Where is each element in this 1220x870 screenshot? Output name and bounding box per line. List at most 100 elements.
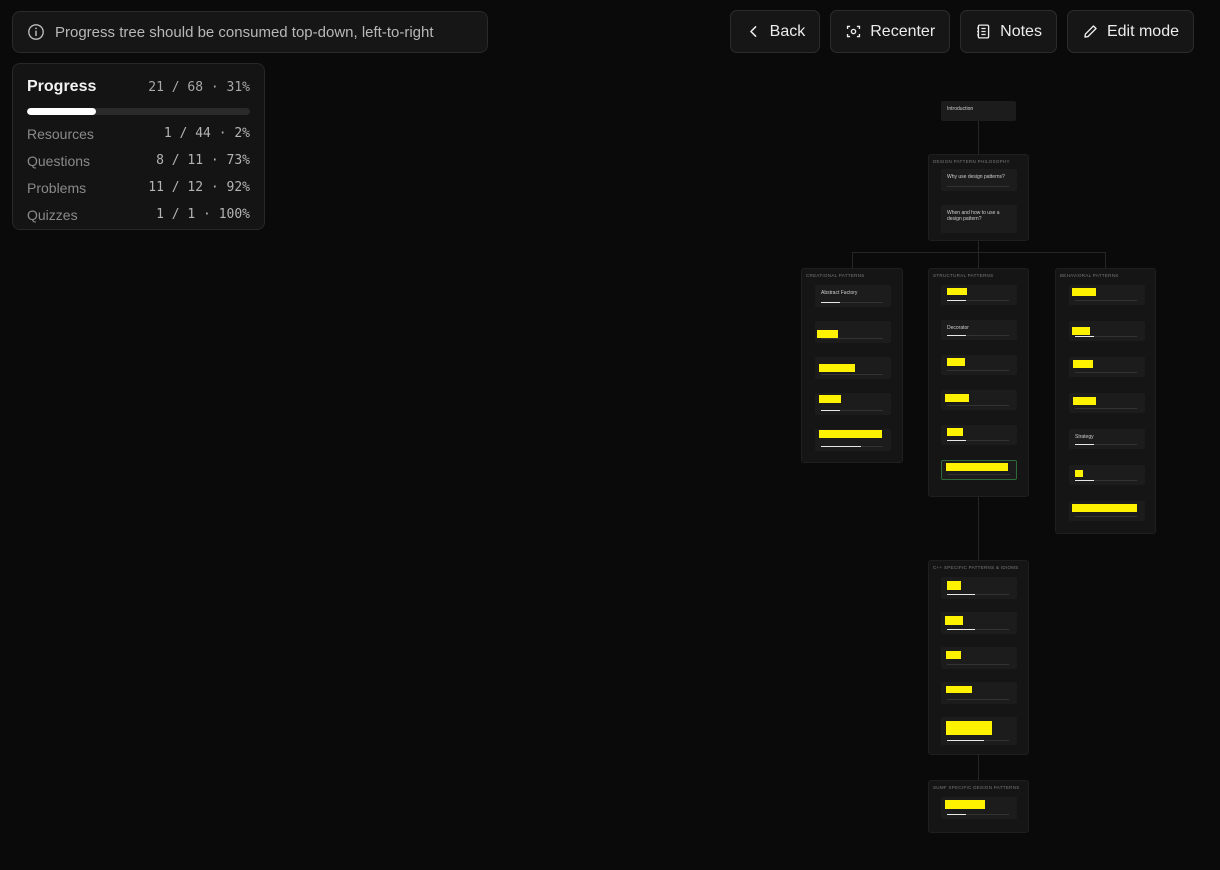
progress-row-label: Problems bbox=[27, 180, 87, 196]
node-progress-track bbox=[1075, 299, 1137, 301]
redaction-highlight bbox=[819, 430, 882, 438]
progress-row-problems: Problems 11 / 12 · 92% bbox=[27, 180, 250, 196]
redaction-highlight bbox=[946, 463, 1008, 471]
progress-row-value: 1 / 1 · 100% bbox=[156, 207, 250, 222]
node-progress-fill bbox=[821, 409, 840, 411]
node-progress-track bbox=[947, 739, 1009, 741]
edit-mode-label: Edit mode bbox=[1106, 22, 1179, 40]
progress-total: 21 / 68 · 31% bbox=[148, 80, 250, 95]
group-creational-patterns: CREATIONAL PATTERNS Abstract Factory bbox=[801, 268, 903, 463]
tree-node[interactable] bbox=[941, 390, 1017, 410]
back-button[interactable]: Back bbox=[729, 10, 821, 53]
back-label: Back bbox=[769, 22, 806, 40]
info-icon bbox=[27, 23, 45, 41]
redaction-highlight bbox=[946, 686, 972, 693]
progress-panel: Progress 21 / 68 · 31% Resources 1 / 44 … bbox=[12, 63, 265, 230]
redaction-highlight bbox=[819, 364, 855, 372]
tree-node[interactable] bbox=[941, 647, 1017, 669]
progress-row-value: 8 / 11 · 73% bbox=[156, 153, 250, 168]
tree-node[interactable] bbox=[1069, 393, 1145, 413]
tree-node[interactable] bbox=[815, 429, 891, 451]
tree-node[interactable] bbox=[1069, 465, 1145, 485]
notes-button[interactable]: Notes bbox=[960, 10, 1057, 53]
node-progress-track bbox=[947, 299, 1009, 301]
tree-node[interactable] bbox=[1069, 321, 1145, 341]
group-title: C++ SPECIFIC PATTERNS & IDIOMS bbox=[933, 565, 1019, 570]
tree-node[interactable] bbox=[941, 460, 1017, 480]
tree-node[interactable] bbox=[1069, 285, 1145, 305]
notebook-icon bbox=[977, 24, 990, 39]
tree-node[interactable] bbox=[815, 393, 891, 415]
node-progress-track bbox=[1075, 371, 1137, 373]
redaction-highlight bbox=[1072, 288, 1096, 296]
progress-row-label: Questions bbox=[27, 153, 91, 169]
tree-node[interactable] bbox=[1069, 357, 1145, 377]
node-progress-track bbox=[947, 404, 1009, 406]
tree-node[interactable] bbox=[941, 425, 1017, 445]
node-progress-fill bbox=[947, 299, 966, 301]
node-progress-track bbox=[821, 301, 883, 303]
group-title: STRUCTURAL PATTERNS bbox=[933, 273, 994, 278]
tree-node[interactable]: Strategy bbox=[1069, 429, 1145, 449]
group-title: SUMF SPECIFIC DESIGN PATTERNS bbox=[933, 785, 1020, 790]
progress-bar bbox=[27, 108, 250, 115]
redaction-highlight bbox=[1072, 504, 1137, 512]
connector bbox=[852, 252, 1106, 253]
progress-row-label: Quizzes bbox=[27, 207, 78, 223]
node-progress-track bbox=[947, 593, 1009, 595]
group-structural-patterns: STRUCTURAL PATTERNS Decorator bbox=[928, 268, 1029, 497]
group-title: CREATIONAL PATTERNS bbox=[806, 273, 865, 278]
tree-node[interactable] bbox=[815, 321, 891, 343]
tree-node[interactable] bbox=[941, 355, 1017, 375]
node-progress-track bbox=[947, 185, 1009, 187]
node-progress-fill bbox=[947, 628, 975, 630]
tree-node[interactable] bbox=[941, 717, 1017, 745]
tree-node[interactable]: When and how to use a design pattern? bbox=[941, 205, 1017, 233]
node-progress-track bbox=[947, 334, 1009, 336]
tree-node[interactable]: Decorator bbox=[941, 320, 1017, 340]
group-behavioral-patterns: BEHAVIORAL PATTERNS Strategy bbox=[1055, 268, 1156, 534]
pencil-icon bbox=[1084, 25, 1097, 38]
tree-node[interactable] bbox=[941, 682, 1017, 704]
tree-node[interactable]: Why use design patterns? bbox=[941, 169, 1017, 191]
tree-node-introduction[interactable]: Introduction bbox=[941, 101, 1016, 121]
notes-label: Notes bbox=[1000, 22, 1042, 40]
info-banner: Progress tree should be consumed top-dow… bbox=[12, 11, 488, 53]
tree-node[interactable]: Abstract Factory bbox=[815, 285, 891, 307]
redaction-highlight bbox=[945, 800, 985, 809]
redaction-highlight bbox=[945, 394, 969, 402]
connector bbox=[978, 121, 979, 154]
node-progress-fill bbox=[947, 334, 966, 336]
node-progress-track bbox=[1075, 335, 1137, 337]
redaction-highlight bbox=[945, 616, 963, 625]
tree-node[interactable] bbox=[941, 797, 1017, 819]
node-progress-fill bbox=[1075, 443, 1094, 445]
node-label: Abstract Factory bbox=[821, 290, 858, 296]
node-progress-track bbox=[947, 813, 1009, 815]
progress-row-value: 11 / 12 · 92% bbox=[148, 180, 250, 195]
group-cpp-specific-patterns: C++ SPECIFIC PATTERNS & IDIOMS bbox=[928, 560, 1029, 755]
progress-row-value: 1 / 44 · 2% bbox=[163, 126, 250, 141]
tree-node[interactable] bbox=[941, 285, 1017, 305]
node-progress-track bbox=[1075, 515, 1137, 517]
node-progress-track bbox=[947, 439, 1009, 441]
tree-node[interactable] bbox=[1069, 501, 1145, 521]
progress-row-label: Resources bbox=[27, 126, 94, 142]
recenter-button[interactable]: Recenter bbox=[830, 10, 951, 53]
tree-node[interactable] bbox=[815, 357, 891, 379]
progress-title: Progress bbox=[27, 78, 97, 95]
node-progress-track bbox=[1075, 479, 1137, 481]
info-text: Progress tree should be consumed top-dow… bbox=[55, 23, 434, 41]
node-progress-fill bbox=[947, 739, 985, 741]
node-progress-track bbox=[947, 698, 1009, 700]
redaction-highlight bbox=[947, 288, 967, 295]
edit-mode-button[interactable]: Edit mode bbox=[1066, 10, 1194, 53]
tree-node[interactable] bbox=[941, 577, 1017, 599]
node-progress-track bbox=[1075, 407, 1137, 409]
node-label: Introduction bbox=[947, 106, 974, 112]
redaction-highlight bbox=[819, 395, 841, 403]
tree-node[interactable] bbox=[941, 612, 1017, 634]
redaction-highlight bbox=[1075, 470, 1083, 477]
node-progress-fill bbox=[947, 813, 966, 815]
node-label: Why use design patterns? bbox=[947, 174, 1005, 180]
